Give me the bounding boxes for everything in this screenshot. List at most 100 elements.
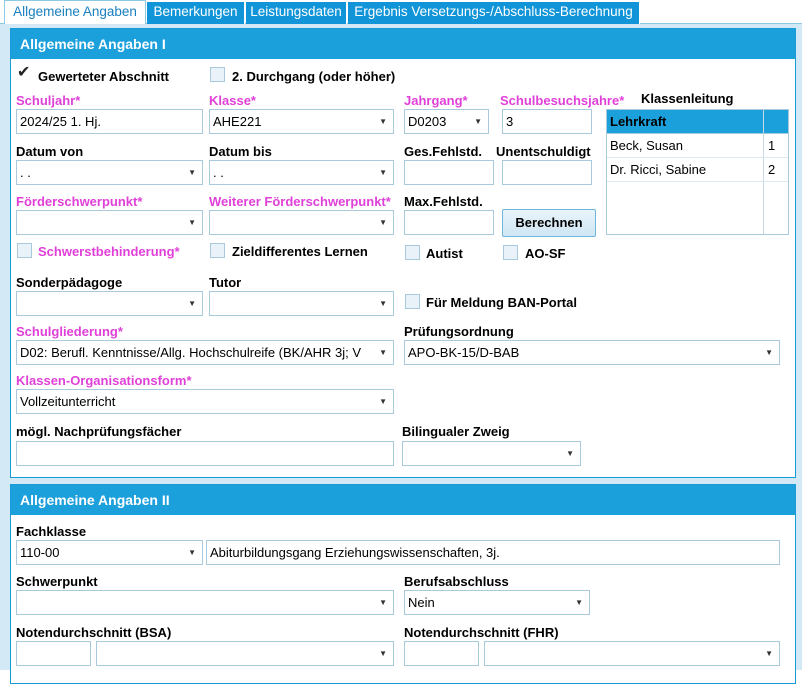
foerderschwerpunkt-dropdown[interactable]: ▼ <box>16 210 203 235</box>
schuljahr-value: 2024/25 1. Hj. <box>20 114 101 129</box>
berechnen-button[interactable]: Berechnen <box>502 209 596 237</box>
klassen-org-label: Klassen-Organisationsform* <box>16 373 192 388</box>
klassen-org-dropdown[interactable]: Vollzeitunterricht ▼ <box>16 389 394 414</box>
pruefungsordnung-label: Prüfungsordnung <box>404 324 514 339</box>
form-scroll-area[interactable]: Allgemeine Angaben I ✔ Gewerteter Abschn… <box>0 24 802 684</box>
autist-label: Autist <box>426 246 463 261</box>
bilingual-label: Bilingualer Zweig <box>402 424 510 439</box>
klassenleitung-label: Klassenleitung <box>641 91 734 106</box>
chevron-down-icon: ▼ <box>188 548 196 557</box>
ban-portal-label: Für Meldung BAN-Portal <box>426 295 577 310</box>
column-divider <box>763 134 764 157</box>
table-row[interactable]: Dr. Ricci, Sabine 2 <box>607 158 788 182</box>
notendurchschnitt-bsa-field[interactable] <box>16 641 91 666</box>
sonderpaedagoge-dropdown[interactable]: ▼ <box>16 291 203 316</box>
tab-allgemeine-angaben[interactable]: Allgemeine Angaben <box>4 0 146 25</box>
zieldifferentes-checkbox[interactable] <box>210 243 225 258</box>
schwerpunkt-dropdown[interactable]: ▼ <box>16 590 394 615</box>
schulgliederung-label: Schulgliederung* <box>16 324 123 339</box>
berufsabschluss-dropdown[interactable]: Nein ▼ <box>404 590 590 615</box>
nachpruefung-field[interactable] <box>16 441 394 466</box>
bilingual-dropdown[interactable]: ▼ <box>402 441 581 466</box>
ges-fehlstd-field[interactable] <box>404 160 494 185</box>
lehrkraft-header: Lehrkraft <box>610 114 667 129</box>
grid-header: Lehrkraft <box>607 110 788 134</box>
klassen-org-value: Vollzeitunterricht <box>20 394 116 409</box>
notendurchschnitt-bsa-dropdown[interactable]: ▼ <box>96 641 394 666</box>
tab-ergebnis-berechnung[interactable]: Ergebnis Versetzungs-/Abschluss-Berechnu… <box>348 2 640 24</box>
fachklasse-dropdown[interactable]: 110-00 ▼ <box>16 540 203 565</box>
aosf-checkbox[interactable] <box>503 245 518 260</box>
datum-von-picker[interactable]: . . ▼ <box>16 160 203 185</box>
durchgang-label: 2. Durchgang (oder höher) <box>232 69 396 84</box>
schuljahr-label: Schuljahr* <box>16 93 81 108</box>
durchgang-checkbox[interactable] <box>210 67 225 82</box>
ban-portal-checkbox[interactable] <box>405 294 420 309</box>
notendurchschnitt-fhr-field[interactable] <box>404 641 479 666</box>
chevron-down-icon: ▼ <box>379 348 387 357</box>
chevron-down-icon: ▼ <box>188 299 196 308</box>
unentschuldigt-label: Unentschuldigt <box>496 144 591 159</box>
max-fehlstd-field[interactable] <box>404 210 494 235</box>
chevron-down-icon: ▼ <box>566 449 574 458</box>
tutor-label: Tutor <box>209 275 242 290</box>
lehrkraft-nr: 1 <box>768 138 776 153</box>
autist-checkbox[interactable] <box>405 245 420 260</box>
panel-2-title: Allgemeine Angaben II <box>11 485 795 515</box>
schulbesuchsjahre-label: Schulbesuchsjahre* <box>500 93 625 108</box>
chevron-down-icon: ▼ <box>379 168 387 177</box>
schulbesuchsjahre-value: 3 <box>506 114 514 129</box>
tab-bemerkungen[interactable]: Bemerkungen <box>147 2 245 24</box>
pruefungsordnung-value: APO-BK-15/D-BAB <box>408 345 520 360</box>
lehrkraft-name: Dr. Ricci, Sabine <box>610 162 707 177</box>
jahrgang-dropdown[interactable]: D0203 ▼ <box>404 109 489 134</box>
fachklasse-code: 110-00 <box>20 545 60 560</box>
pruefungsordnung-dropdown[interactable]: APO-BK-15/D-BAB ▼ <box>404 340 780 365</box>
chevron-down-icon: ▼ <box>379 117 387 126</box>
column-divider <box>763 158 764 181</box>
klasse-value: AHE221 <box>213 114 262 129</box>
datum-von-value: . . <box>20 165 31 180</box>
weiterer-foerderschwerpunkt-dropdown[interactable]: ▼ <box>209 210 394 235</box>
unentschuldigt-field[interactable] <box>502 160 592 185</box>
klassenleitung-grid[interactable]: Lehrkraft Beck, Susan 1 Dr. Ricci, Sabin… <box>606 109 789 235</box>
schwerpunkt-label: Schwerpunkt <box>16 574 98 589</box>
chevron-down-icon: ▼ <box>379 397 387 406</box>
chevron-down-icon: ▼ <box>379 299 387 308</box>
column-divider <box>763 182 764 234</box>
max-fehlstd-label: Max.Fehlstd. <box>404 194 483 209</box>
chevron-down-icon: ▼ <box>379 649 387 658</box>
chevron-down-icon: ▼ <box>765 348 773 357</box>
chevron-down-icon: ▼ <box>379 598 387 607</box>
schulbesuchsjahre-field[interactable]: 3 <box>502 109 592 134</box>
column-divider <box>763 110 764 133</box>
datum-bis-picker[interactable]: . . ▼ <box>209 160 394 185</box>
tutor-dropdown[interactable]: ▼ <box>209 291 394 316</box>
lehrkraft-nr: 2 <box>768 162 776 177</box>
weiterer-foerderschwerpunkt-label: Weiterer Förderschwerpunkt* <box>209 194 391 209</box>
fachklasse-text-field[interactable]: Abiturbildungsgang Erziehungswissenschaf… <box>206 540 780 565</box>
panel-allgemeine-angaben-1: Allgemeine Angaben I ✔ Gewerteter Abschn… <box>10 28 796 478</box>
schulgliederung-dropdown[interactable]: D02: Berufl. Kenntnisse/Allg. Hochschulr… <box>16 340 394 365</box>
sonderpaedagoge-label: Sonderpädagoge <box>16 275 123 290</box>
tab-leistungsdaten[interactable]: Leistungsdaten <box>246 2 347 24</box>
zieldifferentes-label: Zieldifferentes Lernen <box>232 244 368 259</box>
berufsabschluss-value: Nein <box>408 595 435 610</box>
table-row[interactable]: Beck, Susan 1 <box>607 134 788 158</box>
schwerstbehinderung-label: Schwerstbehinderung* <box>38 244 180 259</box>
panel-allgemeine-angaben-2: Allgemeine Angaben II Fachklasse 110-00 ▼… <box>10 484 796 684</box>
schwerstbehinderung-checkbox[interactable] <box>17 243 32 258</box>
nachpruefung-label: mögl. Nachprüfungsfächer <box>16 424 182 439</box>
gewerteter-abschnitt-label: Gewerteter Abschnitt <box>38 69 169 84</box>
lehrkraft-name: Beck, Susan <box>610 138 683 153</box>
chevron-down-icon: ▼ <box>379 218 387 227</box>
schuljahr-field[interactable]: 2024/25 1. Hj. <box>16 109 203 134</box>
datum-bis-value: . . <box>213 165 224 180</box>
klasse-dropdown[interactable]: AHE221 ▼ <box>209 109 394 134</box>
notendurchschnitt-fhr-dropdown[interactable]: ▼ <box>484 641 780 666</box>
aosf-label: AO-SF <box>525 246 566 261</box>
gewerteter-abschnitt-checkbox[interactable]: ✔ <box>17 65 32 81</box>
ges-fehlstd-label: Ges.Fehlstd. <box>404 144 483 159</box>
notendurchschnitt-fhr-label: Notendurchschnitt (FHR) <box>404 625 559 640</box>
jahrgang-label: Jahrgang* <box>404 93 468 108</box>
